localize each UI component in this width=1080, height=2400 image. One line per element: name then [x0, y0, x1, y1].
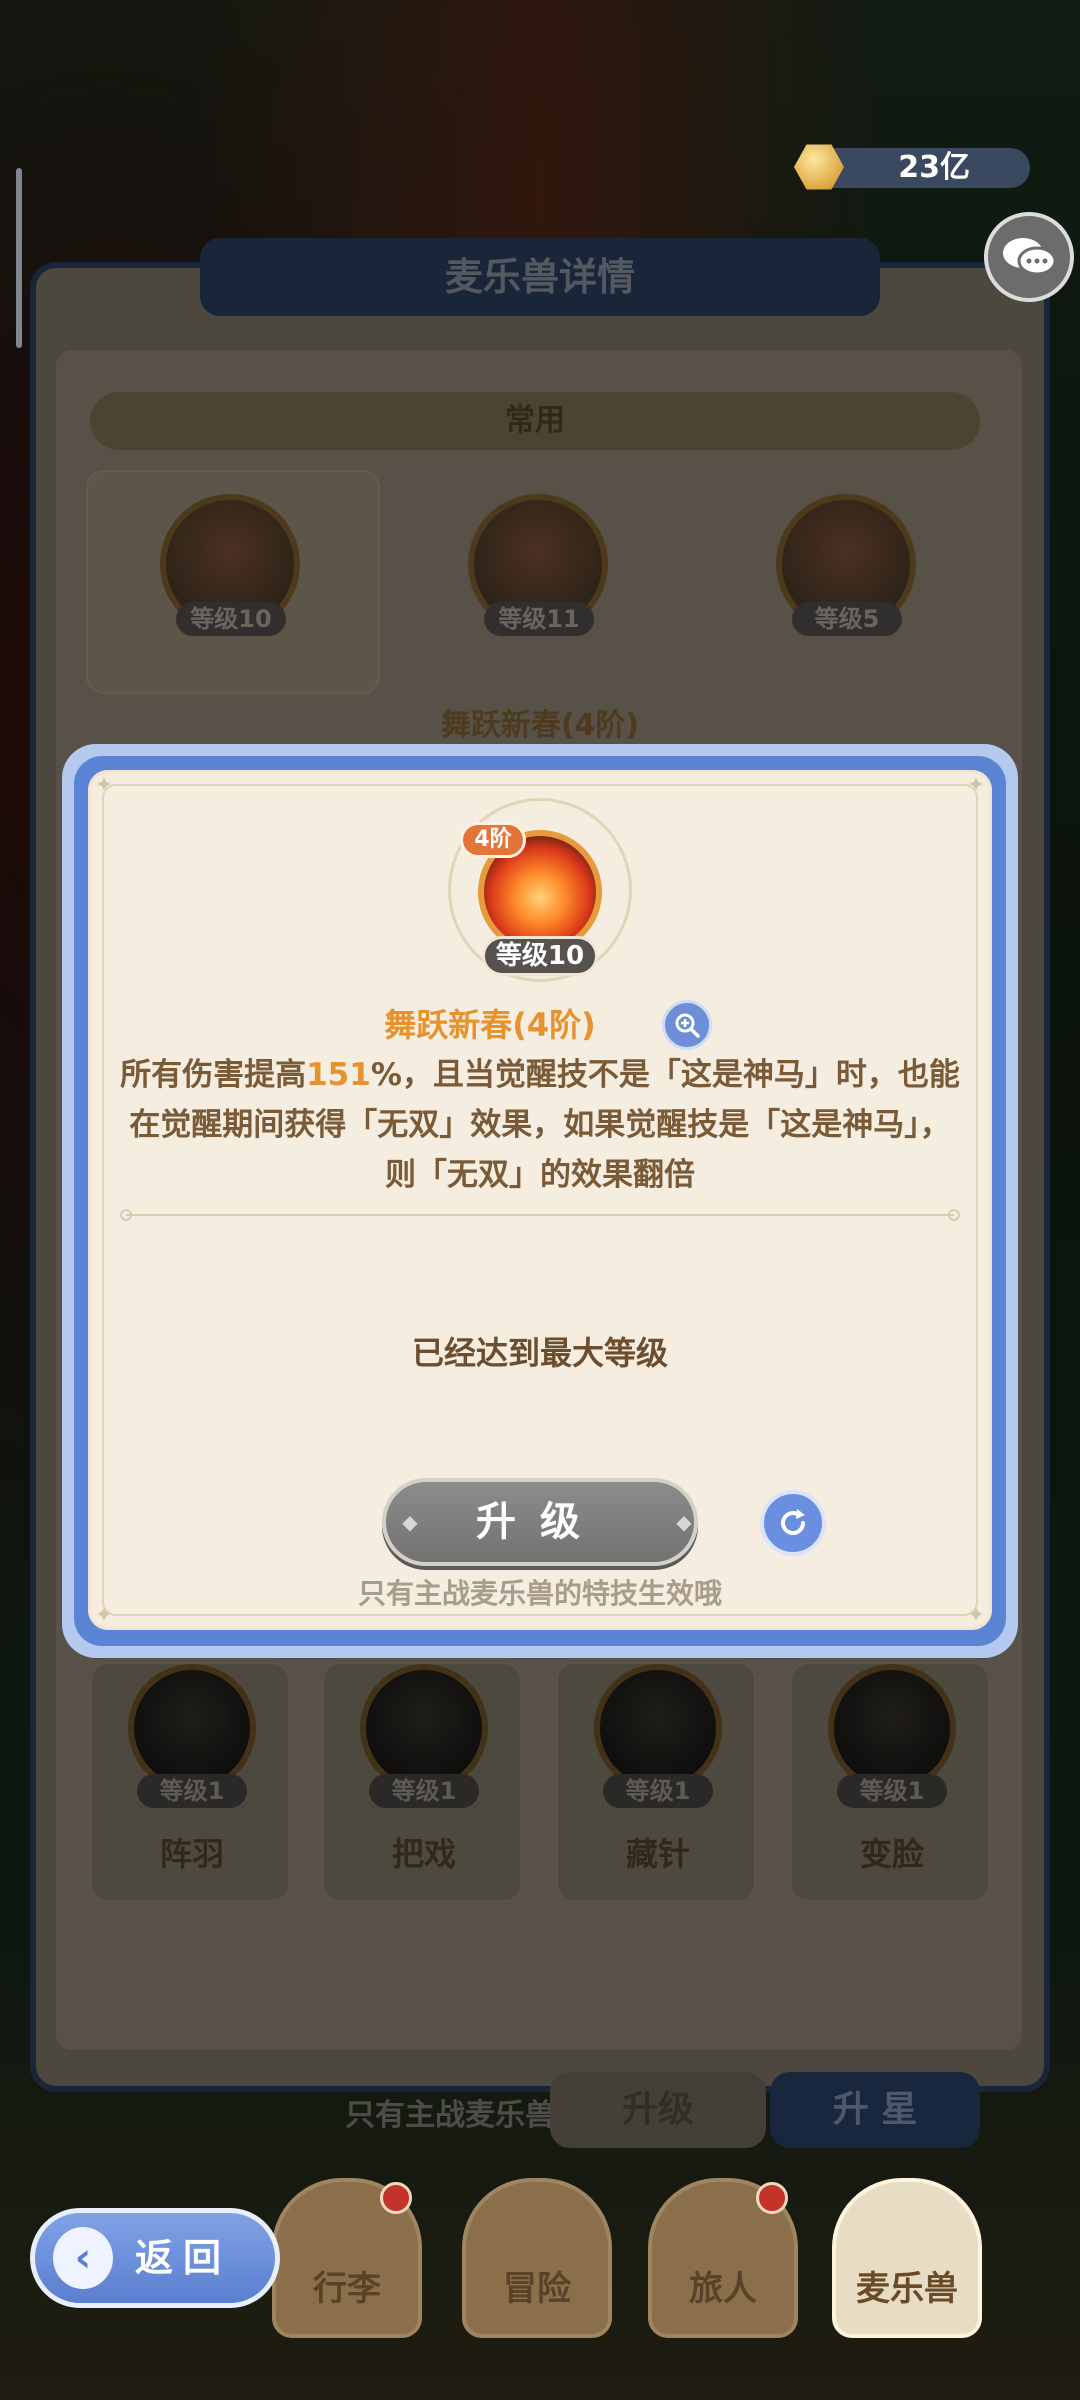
diamond-icon: ◆	[676, 1510, 692, 1534]
refresh-icon	[781, 1509, 805, 1535]
upgrade-button[interactable]: ◆ 升级 ◆	[382, 1478, 698, 1566]
upgrade-label: 升级	[476, 1499, 604, 1545]
nav-traveler[interactable]: 旅人	[648, 2178, 798, 2338]
diamond-icon: ◆	[402, 1510, 418, 1534]
divider	[120, 1209, 960, 1221]
chat-bubbles-icon	[1003, 238, 1057, 276]
zoom-button[interactable]	[662, 1000, 712, 1050]
notification-dot	[380, 2182, 412, 2214]
nav-adventure[interactable]: 冒险	[462, 2178, 612, 2338]
corner-star-icon: ✦	[966, 1603, 986, 1628]
corner-star-icon: ✦	[94, 1603, 114, 1628]
skill-title: 舞跃新春(4阶)	[384, 1006, 596, 1044]
nav-luggage[interactable]: 行李	[272, 2178, 422, 2338]
chat-button[interactable]	[984, 212, 1074, 302]
nav-label: 旅人	[689, 2269, 757, 2309]
desc-text-pre: 所有伤害提高	[120, 1057, 307, 1093]
scroll-indicator	[16, 168, 22, 348]
max-level-text: 已经达到最大等级	[411, 1334, 668, 1372]
level-badge: 等级10	[482, 936, 598, 976]
back-label: 返回	[135, 2236, 232, 2280]
stage-badge: 4阶	[460, 822, 526, 858]
refresh-button[interactable]	[760, 1490, 826, 1556]
skill-description: 所有伤害提高151%，且当觉醒技不是「这是神马」时，也能在觉醒期间获得「无双」效…	[116, 1050, 964, 1200]
zoom-in-icon	[675, 1013, 700, 1038]
back-button[interactable]: ‹ 返回	[30, 2208, 280, 2308]
nav-label: 冒险	[503, 2269, 571, 2309]
notification-dot	[756, 2182, 788, 2214]
corner-star-icon: ✦	[94, 773, 114, 798]
nav-label: 行李	[313, 2269, 381, 2309]
nav-label: 麦乐兽	[856, 2269, 958, 2309]
corner-star-icon: ✦	[966, 773, 986, 798]
nav-pets[interactable]: 麦乐兽	[832, 2178, 982, 2338]
hint-text: 只有主战麦乐兽的特技生效哦	[357, 1577, 722, 1610]
desc-value: 151	[306, 1057, 371, 1093]
back-arrow-icon: ‹	[53, 2227, 113, 2289]
